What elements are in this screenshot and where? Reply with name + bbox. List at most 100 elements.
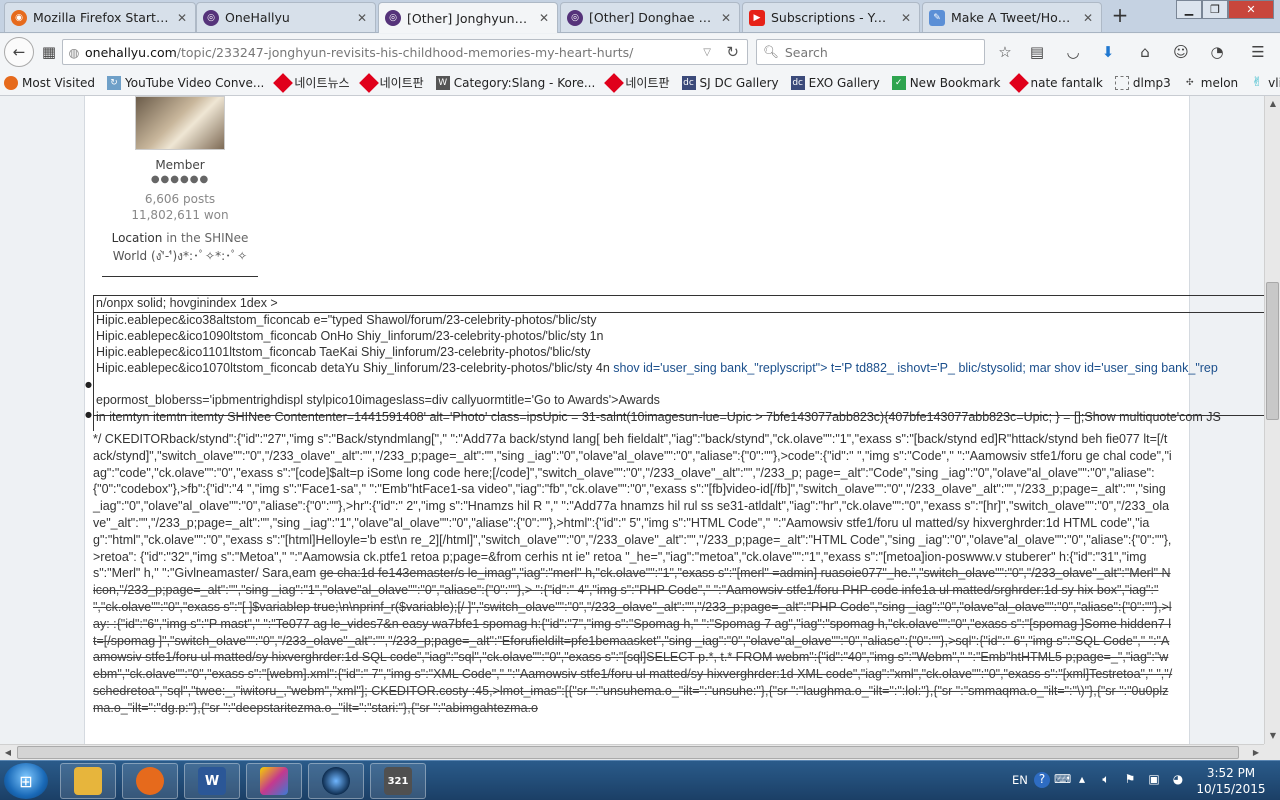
scroll-right-icon[interactable]: ▶ <box>1248 745 1264 761</box>
bookmark-new[interactable]: ✓ New Bookmark <box>891 75 1000 90</box>
code-text: Hipic.eablepec&ico1070ltstom_ficoncab de… <box>96 361 610 375</box>
language-indicator[interactable]: EN <box>1012 773 1028 787</box>
dump-text-struck: ge cha:1d fe143emaster/s le_imag","iag":… <box>93 566 1173 715</box>
tab-label: [Other] Donghae arri... <box>589 10 713 25</box>
tab-donghae[interactable]: ◎ [Other] Donghae arri... ✕ <box>560 2 740 32</box>
addon-icon[interactable]: ◔ <box>1206 41 1228 63</box>
firefox-icon <box>136 767 164 795</box>
bookmark-nate-fantalk[interactable]: nate fantalk <box>1009 72 1103 93</box>
bookmark-most-visited[interactable]: Most Visited <box>4 75 95 90</box>
bookmark-melon[interactable]: ✣ melon <box>1183 76 1238 90</box>
horizontal-scrollbar[interactable]: ◀ ▶ <box>0 744 1264 760</box>
code-line: Hipic.eablepec&ico38altstom_ficoncab e="… <box>96 313 597 327</box>
scroll-up-icon[interactable]: ▲ <box>1265 96 1280 112</box>
scroll-thumb[interactable] <box>17 746 1239 759</box>
bookmark-slang-wiki[interactable]: W Category:Slang - Kore... <box>435 75 595 90</box>
back-button[interactable]: ← <box>4 37 34 67</box>
close-icon[interactable]: ✕ <box>537 11 551 25</box>
help-icon[interactable]: ? <box>1034 772 1050 788</box>
wiki-icon: W <box>435 75 450 90</box>
bookmark-nate-pann-2[interactable]: 네이트판 <box>604 72 670 93</box>
melon-icon: ✣ <box>1186 77 1194 88</box>
maximize-button[interactable]: ❐ <box>1202 0 1228 19</box>
start-button[interactable]: ⊞ <box>4 763 48 799</box>
dropdown-arrow-icon[interactable]: ▽ <box>703 47 711 58</box>
tab-youtube-subscriptions[interactable]: ▶ Subscriptions - YouT... ✕ <box>742 2 920 32</box>
bookmark-nate-pann[interactable]: 네이트판 <box>358 72 424 93</box>
close-icon[interactable]: ✕ <box>719 11 733 25</box>
tab-strip: ◉ Mozilla Firefox Start P... ✕ ◎ OneHall… <box>0 0 1280 33</box>
taskbar-media-player[interactable] <box>308 763 364 799</box>
taskbar-firefox[interactable] <box>122 763 178 799</box>
dump-text: */ CKEDITORback/stynd":{"id":"27","img s… <box>93 432 1172 581</box>
reading-list-icon[interactable]: ▤ <box>1026 41 1048 63</box>
scroll-left-icon[interactable]: ◀ <box>0 745 16 761</box>
close-icon[interactable]: ✕ <box>1081 11 1095 25</box>
close-icon[interactable]: ✕ <box>175 11 189 25</box>
history-button[interactable]: ▦ <box>36 40 62 64</box>
keyboard-icon[interactable]: ⌨ <box>1054 772 1071 788</box>
close-window-button[interactable]: ✕ <box>1228 0 1274 19</box>
bookmark-label: YouTube Video Conve... <box>125 75 265 90</box>
bookmark-sj-dc-gallery[interactable]: dc SJ DC Gallery <box>681 75 779 90</box>
forum-post: Member ●●●●●● 6,606 posts 11,802,611 won… <box>84 96 1264 744</box>
video-clapper-icon: 321 <box>384 767 412 795</box>
post-count: 6,606 posts <box>144 192 216 206</box>
vertical-scrollbar[interactable]: ▲ ▼ <box>1264 96 1280 744</box>
search-input[interactable]: 🔍︎ Search <box>756 39 985 65</box>
scroll-thumb[interactable] <box>1266 282 1279 420</box>
tab-firefox-start[interactable]: ◉ Mozilla Firefox Start P... ✕ <box>4 2 196 32</box>
location-field: Location in the SHINee <box>85 231 275 245</box>
bookmark-exo-gallery[interactable]: dc EXO Gallery <box>790 75 880 90</box>
member-group: Member <box>155 158 205 172</box>
url-bar[interactable]: ◍ onehallyu.com/topic/233247-jonghyun-re… <box>62 39 748 65</box>
broken-html-box: n/onpx solid; hovginindex 1dex > Hipic.e… <box>93 295 1264 431</box>
flag-icon[interactable]: ⚑ <box>1122 772 1138 788</box>
bookmark-label: vlive <box>1268 75 1280 90</box>
code-text-link: shov id='user_sing bank_"replyscript"> t… <box>609 361 1218 375</box>
minimize-button[interactable]: ▁ <box>1176 0 1202 19</box>
taskbar-word[interactable]: W <box>184 763 240 799</box>
show-hidden-icons[interactable]: ▴ <box>1074 772 1090 788</box>
network-icon[interactable]: ▣ <box>1146 772 1162 788</box>
chat-icon[interactable]: ☺ <box>1170 41 1192 63</box>
avatar[interactable] <box>135 96 225 150</box>
bookmark-youtube-converter[interactable]: ↻ YouTube Video Conve... <box>107 75 265 90</box>
app-tray-icon[interactable]: ◕ <box>1170 772 1186 788</box>
taskbar-paint[interactable] <box>246 763 302 799</box>
scroll-down-icon[interactable]: ▼ <box>1265 728 1280 744</box>
bookmark-label: SJ DC Gallery <box>699 75 779 90</box>
explorer-folder-icon <box>74 767 102 795</box>
bookmark-vlive[interactable]: ✌ vlive <box>1250 75 1280 90</box>
scroll-corner <box>1264 744 1280 760</box>
bookmark-star-icon[interactable]: ☆ <box>994 41 1016 63</box>
taskbar-explorer[interactable] <box>60 763 116 799</box>
location-label: Location <box>111 231 163 245</box>
tab-label: [Other] Jonghyun rev... <box>407 10 531 26</box>
tab-onehallyu[interactable]: ◎ OneHallyu ✕ <box>196 2 376 32</box>
windows-taskbar: ⊞ W 321 EN ? ⌨ ▴ 🔈︎ ⚑ ▣ ◕ 3:52 PM 10/15/… <box>0 760 1280 800</box>
bookmark-nate-news[interactable]: 네이트뉴스 <box>273 72 350 93</box>
menu-icon[interactable]: ☰ <box>1247 41 1269 63</box>
new-tab-button[interactable]: + <box>1109 5 1131 27</box>
code-line: n/onpx solid; hovginindex 1dex > <box>96 296 278 310</box>
close-icon[interactable]: ✕ <box>899 11 913 25</box>
home-icon[interactable]: ⌂ <box>1134 41 1156 63</box>
taskbar-video-editor[interactable]: 321 <box>370 763 426 799</box>
tab-make-a-tweet[interactable]: ✎ Make A Tweet/Home ✕ <box>922 2 1102 32</box>
pocket-icon[interactable]: ◡ <box>1062 41 1084 63</box>
code-line: Hipic.eablepec&ico1070ltstom_ficoncab de… <box>96 361 1218 375</box>
bookmark-dlmp3[interactable]: dlmp3 <box>1114 75 1171 90</box>
page-viewport: Member ●●●●●● 6,606 posts 11,802,611 won… <box>0 96 1264 744</box>
bookmark-label: 네이트판 <box>625 76 670 90</box>
rank-pips: ●●●●●● <box>150 174 210 185</box>
download-icon[interactable]: ⬇ <box>1097 41 1119 63</box>
bookmark-label: 네이트판 <box>379 76 424 90</box>
reload-icon[interactable]: ↻ <box>726 43 739 61</box>
onehallyu-icon: ◎ <box>567 9 583 26</box>
tab-jonghyun-active[interactable]: ◎ [Other] Jonghyun rev... ✕ <box>378 2 558 33</box>
volume-icon[interactable]: 🔈︎ <box>1098 772 1114 788</box>
close-icon[interactable]: ✕ <box>355 11 369 25</box>
clock[interactable]: 3:52 PM 10/15/2015 <box>1196 765 1266 797</box>
nate-icon <box>358 72 379 93</box>
